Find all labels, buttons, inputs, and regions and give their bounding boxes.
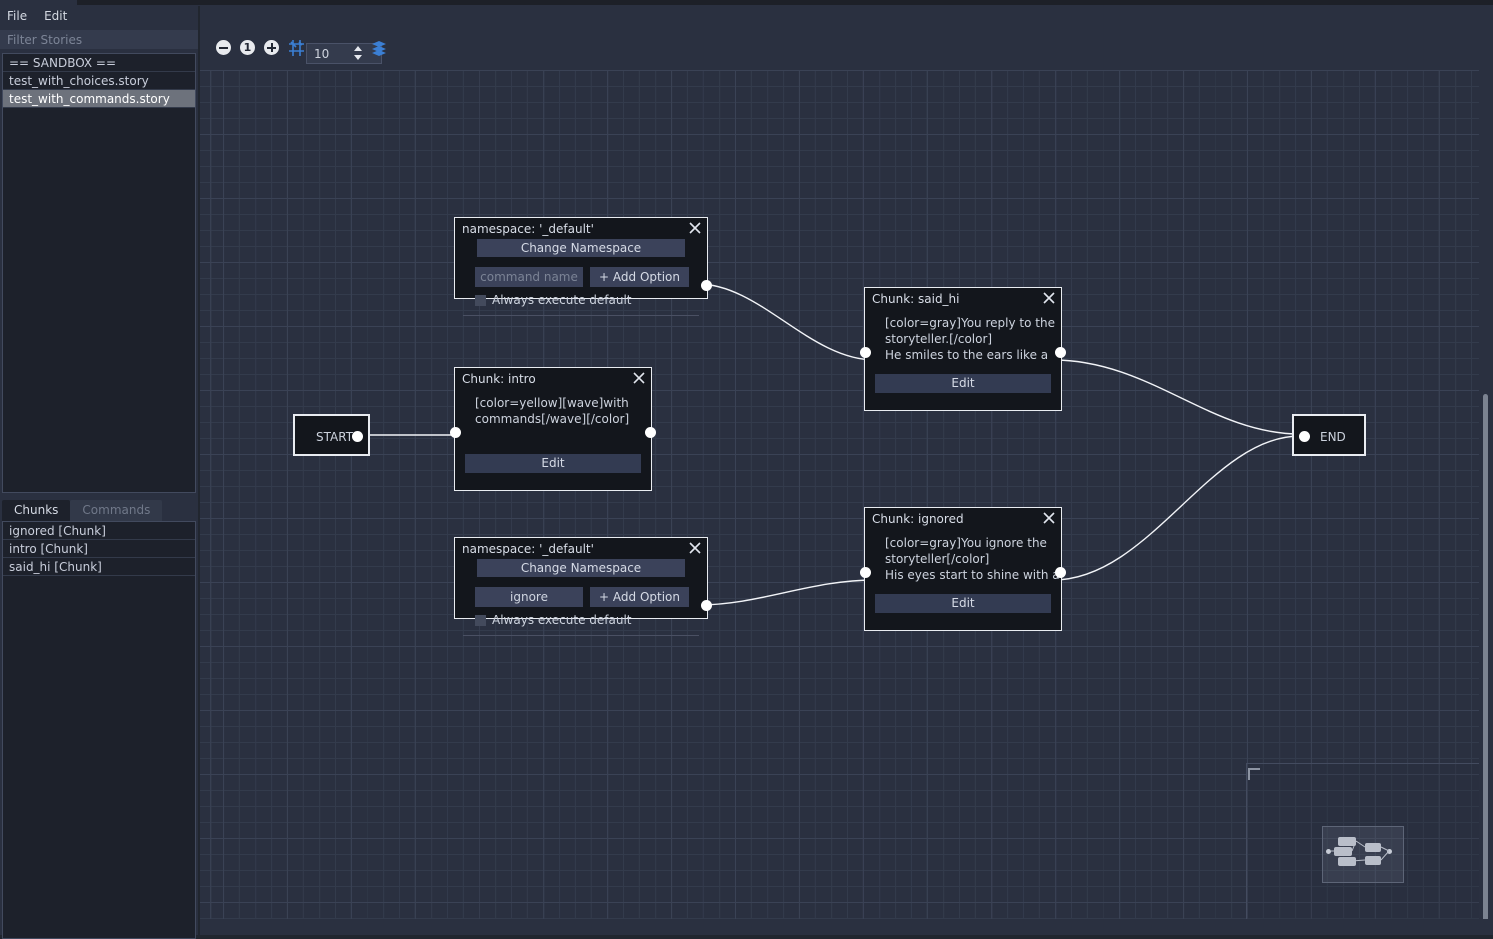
bottom-panel-tabstrip: Chunks Commands <box>2 500 196 521</box>
chunk-list-item-ignored[interactable]: ignored [Chunk] <box>3 522 195 540</box>
always-execute-default-checkbox-bottom[interactable] <box>475 614 486 626</box>
zoom-out-icon[interactable] <box>216 40 232 56</box>
story-list-item-commands[interactable]: test_with_commands.story <box>3 90 195 108</box>
node-canvas[interactable]: START END namespace: '_default' Change N… <box>200 70 1493 919</box>
app-window: File Edit Filter Stories == SANDBOX == t… <box>0 0 1493 939</box>
namespace-node-top-output-port[interactable] <box>701 280 712 291</box>
chunk-node-intro-text-line-2: commands[/wave][/color] <box>475 412 630 426</box>
chunk-node-said-hi[interactable]: Chunk: said_hi [color=gray]You reply to … <box>860 287 1066 411</box>
chunk-node-said-hi-title: Chunk: said_hi <box>872 292 960 306</box>
change-namespace-button-top[interactable]: Change Namespace <box>477 239 685 257</box>
chunk-node-intro-input-port[interactable] <box>450 427 461 438</box>
end-node[interactable]: END <box>1292 414 1366 456</box>
layers-icon[interactable] <box>370 39 388 57</box>
chunk-node-ignored[interactable]: Chunk: ignored [color=gray]You ignore th… <box>860 507 1066 631</box>
namespace-node-bottom-output-port[interactable] <box>701 600 712 611</box>
namespace-node-top-title: namespace: '_default' <box>462 222 594 236</box>
zoom-reset-icon[interactable]: 1 <box>240 40 256 56</box>
menu-file[interactable]: File <box>7 9 36 23</box>
menu-edit[interactable]: Edit <box>44 9 76 23</box>
chunk-node-ignored-text-line-3: His eyes start to shine with a <box>885 568 1060 582</box>
minimap-viewport-rect[interactable] <box>1322 826 1404 883</box>
always-execute-default-checkbox-top[interactable] <box>475 294 486 306</box>
namespace-node-bottom[interactable]: namespace: '_default' Change Namespace i… <box>454 537 712 636</box>
filter-stories-input[interactable]: Filter Stories <box>0 30 200 49</box>
chunk-node-said-hi-edit-button[interactable]: Edit <box>875 374 1051 393</box>
spinner-updown-icon[interactable] <box>352 44 364 62</box>
chunk-node-ignored-output-port[interactable] <box>1055 567 1066 578</box>
chunk-node-ignored-input-port[interactable] <box>860 567 871 578</box>
chunk-node-intro-output-port[interactable] <box>645 427 656 438</box>
end-node-input-port[interactable] <box>1299 431 1310 442</box>
close-icon[interactable] <box>633 372 645 384</box>
chunk-node-ignored-text-line-2: storyteller[/color] <box>885 552 990 566</box>
chunk-node-intro[interactable]: Chunk: intro [color=yellow][wave]with co… <box>450 367 656 491</box>
always-execute-default-label-bottom: Always execute default <box>492 613 632 627</box>
close-icon[interactable] <box>689 542 701 554</box>
namespace-node-top[interactable]: namespace: '_default' Change Namespace c… <box>454 217 712 316</box>
title-bar-tab <box>77 0 1493 5</box>
chunk-list-item-intro[interactable]: intro [Chunk] <box>3 540 195 558</box>
chunk-node-intro-edit-button[interactable]: Edit <box>465 454 641 473</box>
start-node[interactable]: START <box>293 414 370 456</box>
snap-to-grid-icon[interactable] <box>288 39 305 57</box>
start-node-output-port[interactable] <box>352 431 363 442</box>
vertical-scrollbar-thumb[interactable] <box>1483 394 1488 919</box>
close-icon[interactable] <box>1043 292 1055 304</box>
chunk-node-said-hi-output-port[interactable] <box>1055 347 1066 358</box>
left-sidebar: File Edit Filter Stories == SANDBOX == t… <box>0 6 200 939</box>
add-option-button-bottom[interactable]: + Add Option <box>590 587 689 607</box>
chunk-node-intro-text-line-1: [color=yellow][wave]with <box>475 396 629 410</box>
graph-editor: 1 10 START END namespace: '_default' Cha… <box>200 6 1493 935</box>
command-name-input-top[interactable]: command name <box>475 267 584 287</box>
tab-commands[interactable]: Commands <box>70 500 163 521</box>
close-icon[interactable] <box>1043 512 1055 524</box>
chunk-node-said-hi-text-line-2: storyteller.[/color] <box>885 332 993 346</box>
always-execute-default-label-top: Always execute default <box>492 293 632 307</box>
chunk-node-said-hi-text-line-3: He smiles to the ears like a <box>885 348 1049 362</box>
end-node-label: END <box>1320 430 1346 444</box>
chunk-node-ignored-edit-button[interactable]: Edit <box>875 594 1051 613</box>
chunk-list: ignored [Chunk] intro [Chunk] said_hi [C… <box>2 521 196 939</box>
minimap-connections <box>1331 840 1390 862</box>
change-namespace-button-bottom[interactable]: Change Namespace <box>477 559 685 577</box>
add-option-button-top[interactable]: + Add Option <box>590 267 689 287</box>
chunk-node-intro-title: Chunk: intro <box>462 372 536 386</box>
namespace-node-bottom-divider <box>463 635 699 636</box>
story-list-item-sandbox[interactable]: == SANDBOX == <box>3 54 195 72</box>
story-list-item-choices[interactable]: test_with_choices.story <box>3 72 195 90</box>
close-icon[interactable] <box>689 222 701 234</box>
zoom-in-icon[interactable] <box>264 40 280 56</box>
chunk-node-ignored-text-line-1: [color=gray]You ignore the <box>885 536 1047 550</box>
minimap-corner-marker <box>1248 768 1260 780</box>
namespace-node-top-divider <box>463 315 699 316</box>
menu-bar: File Edit <box>0 6 200 26</box>
command-name-input-bottom[interactable]: ignore <box>475 587 584 607</box>
chunk-list-item-said-hi[interactable]: said_hi [Chunk] <box>3 558 195 576</box>
chunk-node-said-hi-text-line-1: [color=gray]You reply to the <box>885 316 1055 330</box>
start-node-label: START <box>316 430 354 444</box>
chunk-node-ignored-title: Chunk: ignored <box>872 512 964 526</box>
namespace-node-bottom-title: namespace: '_default' <box>462 542 594 556</box>
chunk-node-said-hi-input-port[interactable] <box>860 347 871 358</box>
tab-chunks[interactable]: Chunks <box>2 500 71 521</box>
zoom-reset-label: 1 <box>243 41 252 54</box>
story-list: == SANDBOX == test_with_choices.story te… <box>2 53 196 493</box>
